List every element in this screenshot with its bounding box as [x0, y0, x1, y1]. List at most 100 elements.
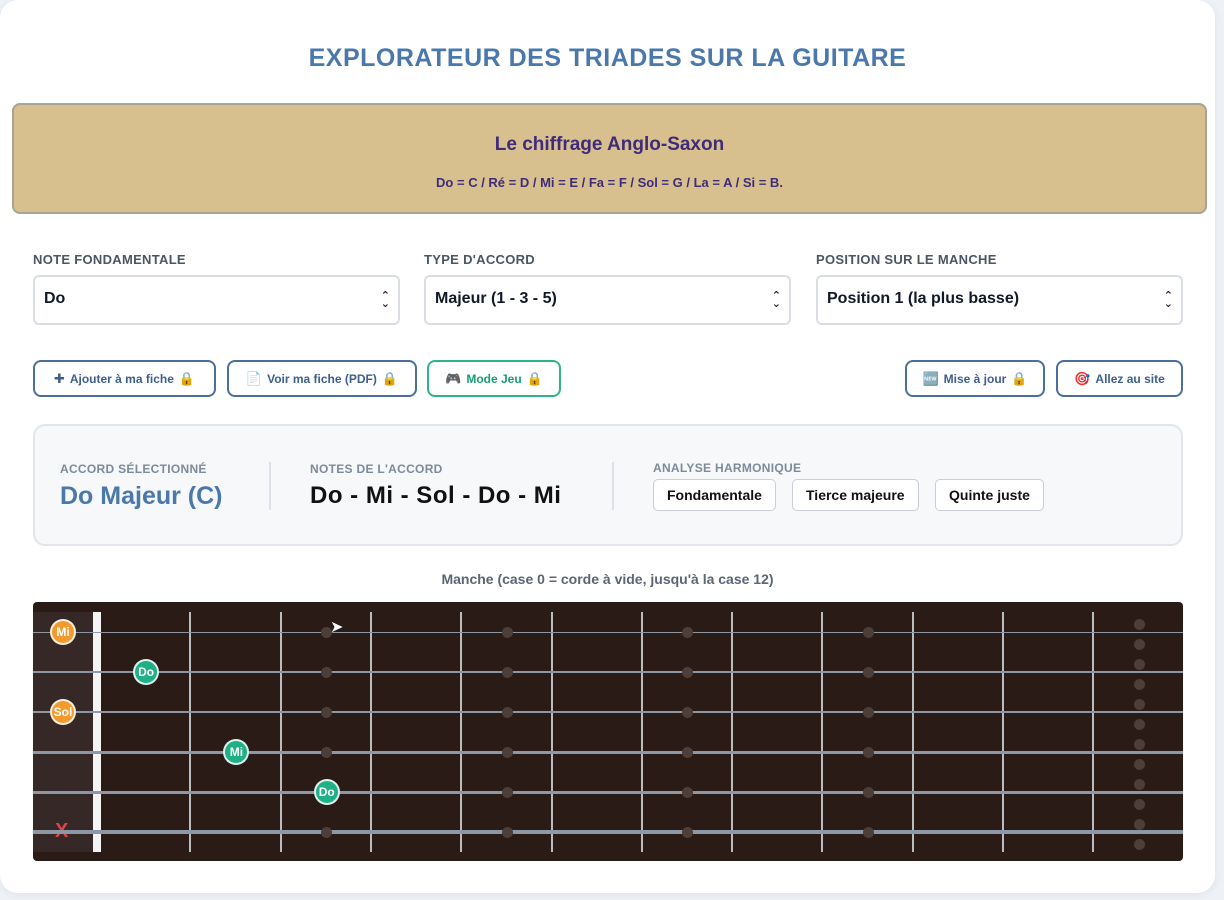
gamepad-icon: 🎮	[445, 370, 462, 386]
banner-title: Le chiffrage Anglo-Saxon	[494, 134, 725, 155]
chord-note-marker[interactable]: Sol	[50, 699, 76, 725]
fret-inlay-dot	[1133, 658, 1145, 670]
fret-inlay-dot	[501, 706, 513, 718]
fret-inlay-dot	[321, 666, 333, 678]
fret-inlay-dot	[1133, 718, 1145, 730]
divider	[269, 462, 271, 510]
add-to-sheet-label: Ajouter à ma fiche	[69, 371, 174, 386]
fret-inlay-dot	[863, 626, 875, 638]
open-strings-zone	[33, 612, 93, 852]
fret-inlay-dot	[682, 746, 694, 758]
fret-inlay-dot	[863, 666, 875, 678]
fret-inlay-dot	[863, 786, 875, 798]
fret-inlay-dot	[682, 786, 694, 798]
fret-inlay-dot	[1133, 798, 1145, 810]
fret-wire	[369, 612, 372, 852]
selected-chord-label: ACCORD SÉLECTIONNÉ	[60, 462, 207, 476]
divider	[612, 462, 614, 510]
game-mode-label: Mode Jeu	[466, 371, 522, 386]
chord-notes-value: Do - Mi - Sol - Do - Mi	[310, 482, 562, 509]
fret-wire	[821, 612, 824, 852]
chord-note-marker[interactable]: Mi	[223, 739, 250, 765]
fret-inlay-dot	[321, 746, 333, 758]
fret-inlay-dot	[501, 826, 513, 838]
fret-wire	[189, 612, 192, 852]
view-sheet-pdf-label: Voir ma fiche (PDF)	[267, 371, 377, 386]
fret-inlay-dot	[863, 706, 875, 718]
fret-inlay-dot	[1133, 638, 1145, 650]
fretboard: X MiDoSolMiDo	[33, 602, 1183, 861]
fret-inlay-dot	[501, 786, 513, 798]
guitar-string	[33, 711, 1183, 713]
update-button[interactable]: 🆕 Mise à jour 🔒	[905, 360, 1045, 397]
fret-inlay-dot	[501, 666, 513, 678]
select-chevron-icon: ⌃ ⌄	[771, 290, 781, 310]
fret-inlay-dot	[1133, 698, 1145, 710]
banner-subtitle: Do = C / Ré = D / Mi = E / Fa = F / Sol …	[436, 175, 783, 190]
guitar-string	[33, 790, 1183, 794]
interval-badge-perfect-fifth: Quinte juste	[935, 479, 1044, 511]
chord-note-marker[interactable]: Do	[133, 659, 160, 685]
view-sheet-pdf-button[interactable]: 📄 Voir ma fiche (PDF) 🔒	[227, 360, 417, 397]
root-note-label: NOTE FONDAMENTALE	[33, 252, 186, 267]
position-value: Position 1 (la plus basse)	[827, 290, 1020, 307]
fret-inlay-dot	[682, 666, 694, 678]
guitar-string	[33, 671, 1183, 673]
lock-icon: 🔒	[1011, 370, 1028, 386]
fret-inlay-dot	[1133, 758, 1145, 770]
lock-icon: 🔒	[178, 370, 196, 386]
chord-note-marker[interactable]: Mi	[50, 619, 76, 645]
fret-inlay-dot	[1133, 678, 1145, 690]
fret-inlay-dot	[1133, 838, 1145, 850]
go-to-site-label: Allez au site	[1095, 371, 1165, 386]
add-to-sheet-button[interactable]: ✚ Ajouter à ma fiche 🔒	[33, 360, 216, 397]
fret-wire	[731, 612, 734, 852]
fret-inlay-dot	[682, 626, 694, 638]
chord-info-panel: ACCORD SÉLECTIONNÉ Do Majeur (C) NOTES D…	[33, 424, 1183, 546]
fret-inlay-dot	[863, 826, 875, 838]
root-note-select[interactable]: Do ⌃ ⌄	[33, 275, 400, 325]
fret-wire	[460, 612, 463, 852]
fret-inlay-dot	[1133, 738, 1145, 750]
position-label: POSITION SUR LE MANCHE	[816, 252, 997, 267]
document-icon: 📄	[245, 370, 263, 386]
lock-icon: 🔒	[381, 370, 399, 386]
chord-type-label: TYPE D'ACCORD	[424, 252, 535, 267]
fret-inlay-dot	[682, 706, 694, 718]
fret-inlay-dot	[321, 706, 333, 718]
update-label: Mise à jour	[943, 371, 1007, 386]
chord-type-value: Majeur (1 - 3 - 5)	[435, 290, 557, 307]
select-chevron-icon: ⌃ ⌄	[1163, 290, 1173, 310]
target-icon: 🎯	[1074, 370, 1091, 386]
chord-type-select[interactable]: Majeur (1 - 3 - 5) ⌃ ⌄	[424, 275, 791, 325]
fret-wire	[1002, 612, 1004, 852]
guitar-string	[33, 750, 1183, 754]
fret-wire	[279, 612, 282, 852]
root-note-value: Do	[44, 290, 66, 307]
fret-inlay-dot	[1133, 778, 1145, 790]
chord-notes-label: NOTES DE L'ACCORD	[310, 462, 443, 476]
fret-inlay-dot	[321, 826, 333, 838]
notation-banner: Le chiffrage Anglo-Saxon Do = C / Ré = D…	[12, 103, 1207, 214]
fret-inlay-dot	[501, 626, 513, 638]
fretboard-caption: Manche (case 0 = corde à vide, jusqu'à l…	[441, 571, 774, 587]
guitar-string	[33, 631, 1183, 633]
lock-icon: 🔒	[526, 370, 543, 386]
fret-wire	[640, 612, 643, 852]
select-chevron-icon: ⌃ ⌄	[380, 290, 390, 310]
go-to-site-button[interactable]: 🎯 Allez au site	[1056, 360, 1183, 397]
new-icon: 🆕	[922, 370, 939, 386]
fret-inlay-dot	[501, 746, 513, 758]
fret-wire	[911, 612, 914, 852]
harmonic-analysis-label: ANALYSE HARMONIQUE	[653, 461, 802, 475]
interval-badge-major-third: Tierce majeure	[792, 479, 919, 511]
plus-icon: ✚	[53, 370, 65, 386]
fret-inlay-dot	[682, 826, 694, 838]
position-select[interactable]: Position 1 (la plus basse) ⌃ ⌄	[816, 275, 1183, 325]
game-mode-button[interactable]: 🎮 Mode Jeu 🔒	[427, 360, 561, 397]
fret-inlay-dot	[1133, 818, 1145, 830]
main-card: EXPLORATEUR DES TRIADES SUR LA GUITARE L…	[0, 0, 1215, 893]
fret-wire	[1092, 612, 1095, 852]
page-title: EXPLORATEUR DES TRIADES SUR LA GUITARE	[308, 44, 907, 72]
chord-note-marker[interactable]: Do	[313, 779, 340, 805]
